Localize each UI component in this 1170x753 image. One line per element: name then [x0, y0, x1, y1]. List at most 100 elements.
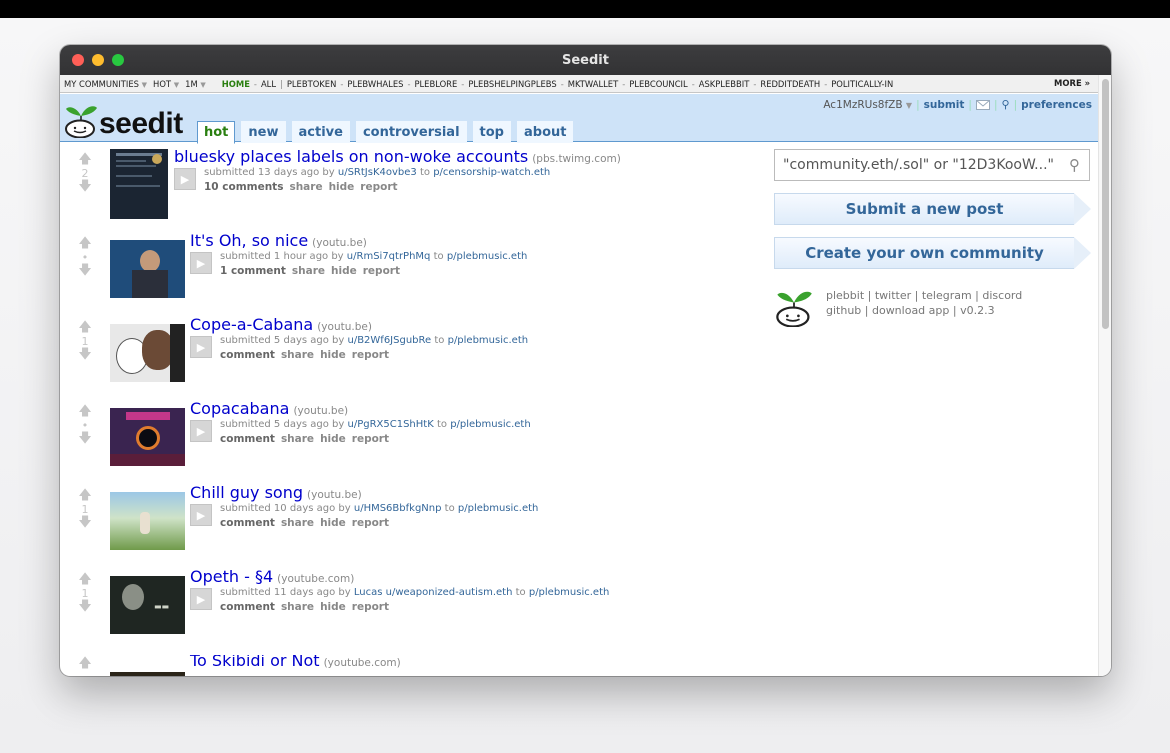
author-link[interactable]: u/B2Wf6JSgubRe: [347, 335, 431, 346]
community-link[interactable]: p/plebmusic.eth: [529, 587, 610, 598]
post-title-link[interactable]: bluesky places labels on non-woke accoun…: [174, 147, 528, 166]
community-link[interactable]: MKTWALLET: [568, 79, 618, 89]
search-icon[interactable]: ⚲: [1069, 156, 1080, 174]
expand-media-button[interactable]: ▶: [190, 420, 212, 442]
downvote-arrow-icon[interactable]: 🡇: [78, 516, 91, 530]
report-link[interactable]: report: [363, 265, 400, 277]
seedit-logo[interactable]: seedit: [64, 102, 183, 139]
all-link[interactable]: ALL: [261, 79, 276, 89]
comments-link[interactable]: 10 comments: [204, 181, 283, 193]
author-link[interactable]: u/RmSi7qtrPhMq: [347, 251, 431, 262]
post-domain[interactable]: (youtu.be): [307, 489, 362, 501]
upvote-arrow-icon[interactable]: 🡅: [78, 405, 91, 419]
search-icon[interactable]: ⚲: [1002, 98, 1010, 111]
upvote-arrow-icon[interactable]: 🡅: [78, 237, 91, 251]
post-thumbnail[interactable]: [110, 240, 185, 298]
upvote-arrow-icon[interactable]: 🡅: [78, 153, 91, 167]
post-domain[interactable]: (youtube.com): [324, 657, 401, 669]
author-link[interactable]: u/PgRX5C1ShHtK: [347, 419, 433, 430]
post-thumbnail[interactable]: ▬▬: [110, 576, 185, 634]
tab-controversial[interactable]: controversial: [355, 121, 467, 143]
community-link[interactable]: PLEBTOKEN: [287, 79, 337, 89]
upvote-arrow-icon[interactable]: 🡅: [78, 573, 91, 587]
community-link[interactable]: PLEBSHELPINGPLEBS: [468, 79, 556, 89]
author-link[interactable]: u/HMS6BbfkgNnp: [354, 503, 442, 514]
comments-link[interactable]: 1 comment: [220, 265, 286, 277]
expand-media-button[interactable]: ▶: [190, 504, 212, 526]
post-thumbnail[interactable]: [110, 324, 185, 382]
report-link[interactable]: report: [352, 433, 389, 445]
share-link[interactable]: share: [289, 181, 322, 193]
submit-link[interactable]: submit: [924, 99, 965, 111]
tab-about[interactable]: about: [516, 121, 574, 143]
hide-link[interactable]: hide: [320, 433, 346, 445]
hide-link[interactable]: hide: [320, 601, 346, 613]
footer-links-line1[interactable]: plebbit | twitter | telegram | discord: [826, 288, 1022, 303]
more-communities-link[interactable]: MORE »: [1044, 75, 1098, 92]
tab-new[interactable]: new: [241, 121, 286, 143]
expand-media-button[interactable]: ▶: [190, 588, 212, 610]
post-title-link[interactable]: Cope-a-Cabana: [190, 315, 313, 334]
post-title-link[interactable]: Chill guy song: [190, 483, 303, 502]
community-link[interactable]: p/plebmusic.eth: [450, 419, 531, 430]
report-link[interactable]: report: [352, 517, 389, 529]
scrollbar-thumb[interactable]: [1102, 79, 1109, 329]
comments-link[interactable]: comment: [220, 601, 275, 613]
sort-dropdown[interactable]: HOT ▼: [153, 79, 179, 89]
home-link[interactable]: HOME: [222, 79, 250, 89]
comments-link[interactable]: comment: [220, 517, 275, 529]
tab-hot[interactable]: hot: [197, 121, 236, 144]
downvote-arrow-icon[interactable]: 🡇: [78, 348, 91, 362]
vertical-scrollbar[interactable]: [1098, 75, 1111, 676]
hide-link[interactable]: hide: [320, 517, 346, 529]
author-link[interactable]: Lucas u/weaponized-autism.eth: [354, 587, 513, 598]
hide-link[interactable]: hide: [329, 181, 355, 193]
mail-icon[interactable]: [975, 99, 990, 110]
time-filter-dropdown[interactable]: 1M ▼: [185, 79, 206, 89]
expand-media-button[interactable]: ▶: [190, 252, 212, 274]
expand-media-button[interactable]: ▶: [190, 336, 212, 358]
post-domain[interactable]: (youtu.be): [317, 321, 372, 333]
post-thumbnail[interactable]: [110, 408, 185, 466]
post-thumbnail[interactable]: [110, 672, 185, 676]
post-domain[interactable]: (pbs.twimg.com): [532, 153, 621, 165]
close-window-button[interactable]: [72, 54, 84, 66]
post-domain[interactable]: (youtube.com): [277, 573, 354, 585]
community-link[interactable]: PLEBWHALES: [347, 79, 403, 89]
community-link[interactable]: POLITICALLY-IN: [831, 79, 893, 89]
comments-link[interactable]: comment: [220, 349, 275, 361]
share-link[interactable]: share: [281, 517, 314, 529]
minimize-window-button[interactable]: [92, 54, 104, 66]
preferences-link[interactable]: preferences: [1021, 99, 1092, 111]
post-thumbnail[interactable]: [110, 149, 168, 219]
upvote-arrow-icon[interactable]: 🡅: [78, 657, 91, 671]
post-domain[interactable]: (youtu.be): [312, 237, 367, 249]
hide-link[interactable]: hide: [320, 349, 346, 361]
share-link[interactable]: share: [281, 349, 314, 361]
downvote-arrow-icon[interactable]: 🡇: [78, 264, 91, 278]
community-link[interactable]: p/plebmusic.eth: [448, 335, 529, 346]
report-link[interactable]: report: [360, 181, 397, 193]
hide-link[interactable]: hide: [331, 265, 357, 277]
account-dropdown[interactable]: Ac1MzRUs8fZB ▼: [823, 99, 912, 111]
post-title-link[interactable]: Copacabana: [190, 399, 289, 418]
create-community-button[interactable]: Create your own community: [774, 237, 1091, 269]
expand-media-button[interactable]: ▶: [174, 168, 196, 190]
community-link[interactable]: p/plebmusic.eth: [447, 251, 528, 262]
post-title-link[interactable]: Opeth - §4: [190, 567, 273, 586]
zoom-window-button[interactable]: [112, 54, 124, 66]
downvote-arrow-icon[interactable]: 🡇: [78, 600, 91, 614]
footer-links-line2[interactable]: github | download app | v0.2.3: [826, 303, 1022, 318]
community-link[interactable]: REDDITDEATH: [760, 79, 820, 89]
share-link[interactable]: share: [292, 265, 325, 277]
comments-link[interactable]: comment: [220, 433, 275, 445]
community-link[interactable]: p/plebmusic.eth: [458, 503, 539, 514]
submit-new-post-button[interactable]: Submit a new post: [774, 193, 1091, 225]
my-communities-dropdown[interactable]: MY COMMUNITIES ▼: [64, 79, 147, 89]
author-link[interactable]: u/SRtJsK4ovbe3: [338, 167, 417, 178]
community-link[interactable]: p/censorship-watch.eth: [433, 167, 550, 178]
upvote-arrow-icon[interactable]: 🡅: [78, 489, 91, 503]
community-search-input[interactable]: "community.eth/.sol" or "12D3KooW..." ⚲: [774, 149, 1090, 181]
post-domain[interactable]: (youtu.be): [293, 405, 348, 417]
upvote-arrow-icon[interactable]: 🡅: [78, 321, 91, 335]
